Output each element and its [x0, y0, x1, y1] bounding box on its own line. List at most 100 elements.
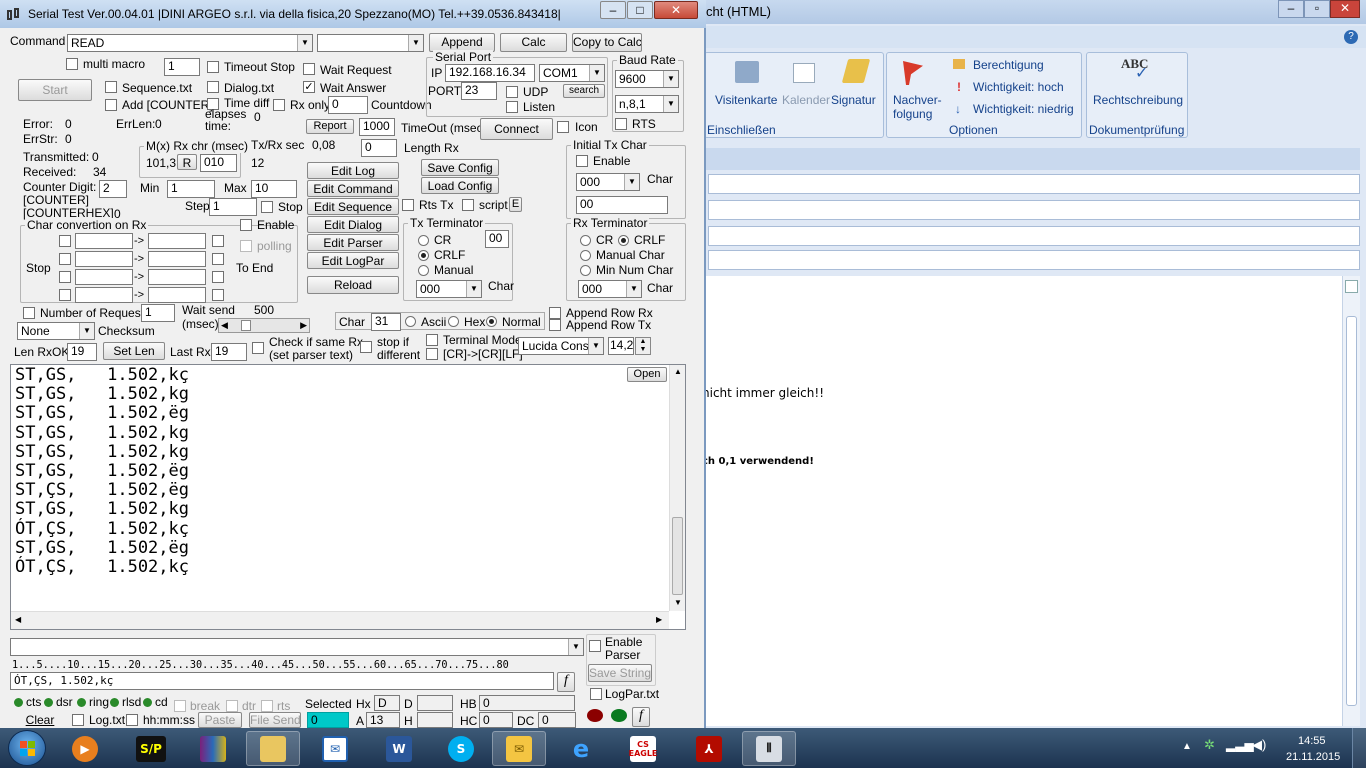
windows-start-icon[interactable] — [8, 730, 46, 766]
message-body[interactable]: nicht immer gleich!! ch 0,1 verwendend! — [700, 276, 1342, 726]
spin-up-icon[interactable]: ▲ — [640, 338, 647, 345]
report-input[interactable]: 1000 — [359, 118, 395, 136]
terminal-mode-checkbox[interactable] — [426, 334, 438, 346]
max-input[interactable]: 10 — [251, 180, 297, 198]
font-size-input[interactable]: 14,2 — [608, 337, 634, 355]
hex-radio[interactable] — [448, 316, 459, 327]
wichtigkeit-hoch-button[interactable]: Wichtigkeit: hoch — [973, 80, 1064, 94]
minimize-button[interactable]: – — [600, 1, 626, 19]
multi-macro-checkbox[interactable] — [66, 58, 78, 70]
slider-right-arrow-icon[interactable]: ▶ — [300, 319, 307, 332]
len-rxok-input[interactable]: 19 — [67, 343, 97, 361]
edit-logpar-button[interactable]: Edit LogPar — [307, 252, 399, 269]
file-send-button[interactable]: File Send — [249, 712, 301, 728]
length-rx-input[interactable]: 0 — [361, 139, 397, 157]
close-button[interactable]: ✕ — [654, 1, 698, 19]
log-txt-checkbox[interactable] — [72, 714, 84, 726]
ascii-radio[interactable] — [405, 316, 416, 327]
command-dropdown[interactable]: READ ▼ — [67, 34, 313, 52]
signal-icon[interactable]: ▂▃▅ — [1226, 738, 1254, 752]
save-string-button[interactable]: Save String — [588, 664, 652, 682]
conversion-from-input[interactable] — [75, 251, 133, 267]
com-port-dropdown[interactable]: COM1 ▼ — [539, 64, 605, 82]
rx-min-num-char-radio[interactable] — [580, 265, 591, 276]
dtr-checkbox[interactable] — [226, 700, 238, 712]
rts-bottom-checkbox[interactable] — [261, 700, 273, 712]
mail-icon[interactable]: ✉ — [308, 731, 362, 766]
kalender-button[interactable]: Kalender — [782, 93, 830, 107]
sequence-txt-checkbox[interactable] — [105, 81, 117, 93]
wait-send-slider[interactable]: ◀ ▶ — [218, 318, 310, 333]
output-vscroll-thumb[interactable] — [672, 517, 683, 595]
scroll-right-icon[interactable]: ▶ — [656, 615, 662, 624]
nachverfolgung-line2[interactable]: folgung — [893, 107, 932, 121]
number-of-request-checkbox[interactable] — [23, 307, 35, 319]
clear-button[interactable]: Clear — [22, 713, 58, 728]
conversion-end-checkbox[interactable] — [212, 271, 224, 283]
outlook-icon[interactable]: ✉ — [492, 731, 546, 766]
font-size-spinner[interactable]: ▲ ▼ — [635, 337, 651, 355]
rts-checkbox[interactable] — [615, 118, 627, 130]
timeout-stop-checkbox[interactable] — [207, 61, 219, 73]
normal-radio[interactable] — [486, 316, 497, 327]
open-button[interactable]: Open — [627, 367, 667, 382]
step-stop-checkbox[interactable] — [261, 201, 273, 213]
scroll-down-icon[interactable]: ▼ — [674, 598, 682, 607]
message-scrollbar[interactable] — [1342, 276, 1360, 726]
clock-date[interactable]: 21.11.2015 — [1286, 750, 1340, 764]
show-desktop-button[interactable] — [1352, 728, 1366, 768]
append-row-tx-checkbox[interactable] — [549, 319, 561, 331]
set-len-button[interactable]: Set Len — [103, 342, 165, 360]
rechtschreibung-button[interactable]: Rechtschreibung — [1093, 93, 1183, 107]
internet-explorer-icon[interactable]: e — [554, 731, 608, 766]
winrar-icon[interactable] — [186, 731, 240, 766]
volume-icon[interactable]: ◀) — [1252, 738, 1266, 752]
conversion-checkbox[interactable] — [59, 235, 71, 247]
script-checkbox[interactable] — [462, 199, 474, 211]
tx-terminator-value-input[interactable]: 00 — [485, 230, 509, 248]
to-field[interactable] — [708, 174, 1360, 194]
udp-checkbox[interactable] — [506, 86, 518, 98]
rts-tx-checkbox[interactable] — [402, 199, 414, 211]
save-config-button[interactable]: Save Config — [421, 159, 499, 176]
load-config-button[interactable]: Load Config — [421, 177, 499, 194]
bottom-function-button[interactable]: f — [632, 707, 650, 727]
last-rx-input[interactable]: 19 — [211, 343, 247, 361]
step-input[interactable]: 1 — [209, 198, 257, 216]
dialog-txt-checkbox[interactable] — [207, 81, 219, 93]
rx-only-input[interactable]: 0 — [328, 96, 368, 114]
wichtigkeit-niedrig-button[interactable]: Wichtigkeit: niedrig — [973, 102, 1074, 116]
add-counter-checkbox[interactable] — [105, 99, 117, 111]
parity-dropdown[interactable]: n,8,1 ▼ — [615, 95, 679, 113]
rx-cr-radio[interactable] — [580, 235, 591, 246]
conversion-end-checkbox[interactable] — [212, 289, 224, 301]
font-dropdown[interactable]: Lucida Consc ▼ — [518, 337, 604, 355]
conversion-from-input[interactable] — [75, 287, 133, 303]
conversion-to-input[interactable] — [148, 233, 206, 249]
subject-field[interactable] — [708, 250, 1360, 270]
conversion-checkbox[interactable] — [59, 271, 71, 283]
help-icon[interactable]: ? — [1344, 30, 1358, 44]
icon-checkbox[interactable] — [557, 121, 569, 133]
tx-crlf-radio[interactable] — [418, 250, 429, 261]
break-checkbox[interactable] — [174, 700, 186, 712]
wait-request-checkbox[interactable] — [303, 63, 315, 75]
copy-to-calc-button[interactable]: Copy to Calc — [572, 33, 642, 52]
reset-r-button[interactable]: R — [177, 154, 197, 170]
report-button[interactable]: Report — [306, 119, 354, 134]
slider-left-arrow-icon[interactable]: ◀ — [221, 319, 228, 332]
skype-icon[interactable]: S — [434, 731, 488, 766]
conversion-checkbox[interactable] — [59, 289, 71, 301]
conversion-to-input[interactable] — [148, 269, 206, 285]
stop-if-different-checkbox[interactable] — [360, 341, 372, 353]
conversion-to-input[interactable] — [148, 287, 206, 303]
tx-char-dropdown[interactable]: 000 ▼ — [416, 280, 482, 298]
edit-sequence-button[interactable]: Edit Sequence — [307, 198, 399, 215]
char-conversion-enable-checkbox[interactable] — [240, 219, 252, 231]
serial-test-icon[interactable]: ⫴ — [742, 731, 796, 766]
explorer-folder-icon[interactable] — [246, 731, 300, 766]
append-row-rx-checkbox[interactable] — [549, 307, 561, 319]
edit-log-button[interactable]: Edit Log — [307, 162, 399, 179]
scroll-up-icon[interactable]: ▲ — [674, 367, 682, 376]
conversion-from-input[interactable] — [75, 233, 133, 249]
